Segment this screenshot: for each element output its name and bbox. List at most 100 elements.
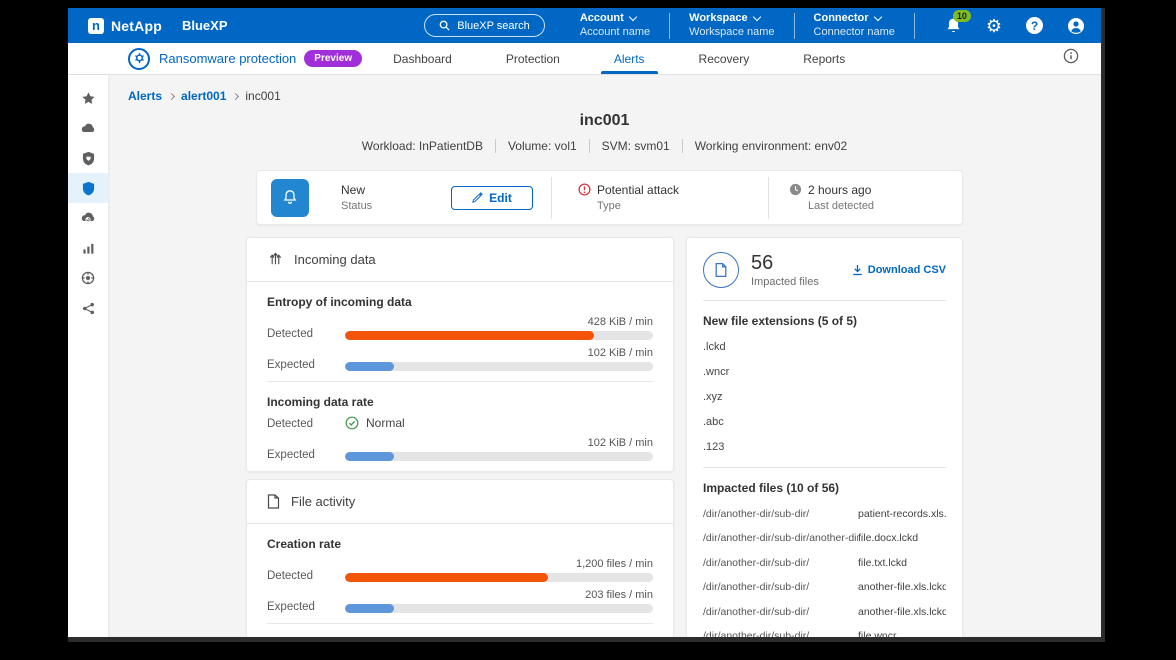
page-title: inc001 (246, 112, 963, 130)
metric-label: Detected (267, 328, 345, 340)
metric-row: Detected 1,200 files / min (267, 558, 653, 582)
divider (794, 13, 795, 39)
breadcrumb-alert001-link[interactable]: alert001 (181, 89, 226, 103)
notification-count-badge: 10 (953, 10, 971, 22)
share-icon (82, 302, 95, 315)
impacted-files-list: /dir/another-dir/sub-dir/ patient-record… (687, 508, 962, 643)
file-activity-title: File activity (291, 494, 355, 509)
sidebar-corner (68, 43, 108, 74)
metric-bar-fill (345, 604, 394, 613)
edit-button[interactable]: Edit (451, 186, 533, 210)
top-navigation-bar: n NetApp BlueXP BlueXP search Account Ac… (68, 8, 1101, 43)
account-menu[interactable]: Account Account name (580, 12, 650, 39)
incident-content: inc001 Workload: InPatientDB Volume: vol… (246, 112, 963, 642)
section-title: Creation rate (267, 537, 653, 551)
settings-button[interactable]: ⚙ (986, 17, 1002, 35)
metric-value: 102 KiB / min (345, 437, 653, 449)
metric-value: 1,200 files / min (345, 558, 653, 570)
sidebar-item-cloud-storage[interactable] (68, 113, 108, 143)
sidebar-item-favorites[interactable] (68, 83, 108, 113)
bluexp-app-window: n NetApp BlueXP BlueXP search Account Ac… (68, 8, 1105, 642)
main-area: Alerts alert001 inc001 inc001 Workload: … (108, 75, 1101, 642)
metric-bar-track (345, 331, 653, 340)
metric-bar-fill (345, 573, 548, 582)
metric-bar-track (345, 573, 653, 582)
download-icon (852, 264, 863, 276)
screenshot-stage: n NetApp BlueXP BlueXP search Account Ac… (0, 0, 1176, 660)
divider (768, 177, 769, 219)
user-icon (1067, 17, 1085, 35)
bluexp-search-button[interactable]: BlueXP search (424, 14, 545, 37)
gear-icon: ⚙ (986, 17, 1002, 35)
preview-badge: Preview (304, 50, 362, 67)
alert-tile (271, 179, 309, 217)
metric-label: Detected (267, 418, 345, 430)
impacted-file-row: /dir/another-dir/sub-dir/ file.txt.lckd (703, 557, 946, 569)
user-menu-button[interactable] (1067, 17, 1085, 35)
metric-label: Expected (267, 449, 345, 461)
metric-bar-group: 102 KiB / min (345, 347, 653, 371)
tab-recovery[interactable]: Recovery (672, 43, 777, 74)
meta-workload: Workload: InPatientDB (350, 139, 495, 153)
meta-volume: Volume: vol1 (495, 139, 589, 153)
breadcrumb-alerts-link[interactable]: Alerts (128, 89, 162, 103)
impacted-files-count-group: 56 Impacted files (751, 253, 819, 288)
meta-working-environment: Working environment: env02 (682, 139, 860, 153)
section-title: Renaming rate (267, 637, 653, 642)
search-icon (439, 20, 450, 31)
file-extension-item: .abc (703, 416, 946, 428)
divider (551, 177, 552, 219)
file-name: file.wncr (858, 630, 946, 642)
metric-bar-track (345, 604, 653, 613)
metric-status: Normal (345, 416, 405, 430)
account-menu-label: Account (580, 12, 624, 25)
metric-label: Expected (267, 601, 345, 613)
sidebar-item-share[interactable] (68, 293, 108, 323)
sidebar-item-backup-recovery[interactable] (68, 203, 108, 233)
account-menu-value: Account name (580, 26, 650, 39)
file-name: file.txt.lckd (858, 557, 946, 569)
cloud-icon (80, 122, 96, 134)
sidebar-item-analytics[interactable] (68, 233, 108, 263)
metric-bar-track (345, 452, 653, 461)
tab-protection[interactable]: Protection (479, 43, 587, 74)
file-path: /dir/another-dir/sub-dir/another-dir... (703, 532, 858, 544)
product-name: BlueXP (182, 18, 228, 33)
notifications-button[interactable]: 10 (945, 17, 962, 35)
status-card: New Status Edit Potential attack Type (256, 170, 963, 225)
sidebar-item-protection-health[interactable] (68, 143, 108, 173)
metric-bar-group: 102 KiB / min (345, 437, 653, 461)
incoming-data-card: Incoming data Entropy of incoming data D… (246, 237, 674, 472)
file-name: patient-records.xls.lckd (858, 508, 946, 520)
sidebar-item-ransomware-protection[interactable] (68, 173, 108, 203)
incident-meta: Workload: InPatientDB Volume: vol1 SVM: … (246, 139, 963, 153)
impacted-files-icon (703, 252, 739, 288)
metric-status-label: Normal (366, 416, 405, 430)
file-name: file.docx.lckd (858, 532, 946, 544)
workspace-menu[interactable]: Workspace Workspace name (689, 12, 774, 39)
download-csv-button[interactable]: Download CSV (852, 264, 946, 276)
service-header: Ransomware protection Preview Dashboard … (68, 43, 1101, 75)
connector-menu-value: Connector name (814, 26, 895, 39)
tab-alerts[interactable]: Alerts (587, 43, 672, 74)
ransomware-protection-icon (128, 48, 150, 70)
impacted-file-row: /dir/another-dir/sub-dir/ another-file.x… (703, 581, 946, 593)
edit-button-label: Edit (489, 191, 512, 205)
last-detected-group: 2 hours ago Last detected (789, 183, 874, 212)
gear-circle-icon (81, 271, 95, 285)
tab-reports[interactable]: Reports (776, 43, 872, 74)
help-icon: ? (1026, 17, 1043, 34)
last-detected-label: Last detected (808, 201, 874, 212)
download-csv-label: Download CSV (868, 264, 946, 276)
left-sidebar (68, 75, 108, 642)
metric-row: Expected 102 KiB / min (267, 347, 653, 371)
metric-bar-fill (345, 362, 394, 371)
data-rate-section: Incoming data rate Detected Norm (247, 382, 673, 471)
chevron-down-icon (752, 13, 760, 21)
connector-menu[interactable]: Connector Connector name (814, 12, 895, 39)
tab-dashboard[interactable]: Dashboard (366, 43, 479, 74)
bar-chart-icon (82, 242, 95, 255)
info-button[interactable] (1063, 48, 1079, 69)
sidebar-item-settings[interactable] (68, 263, 108, 293)
help-button[interactable]: ? (1026, 17, 1043, 34)
